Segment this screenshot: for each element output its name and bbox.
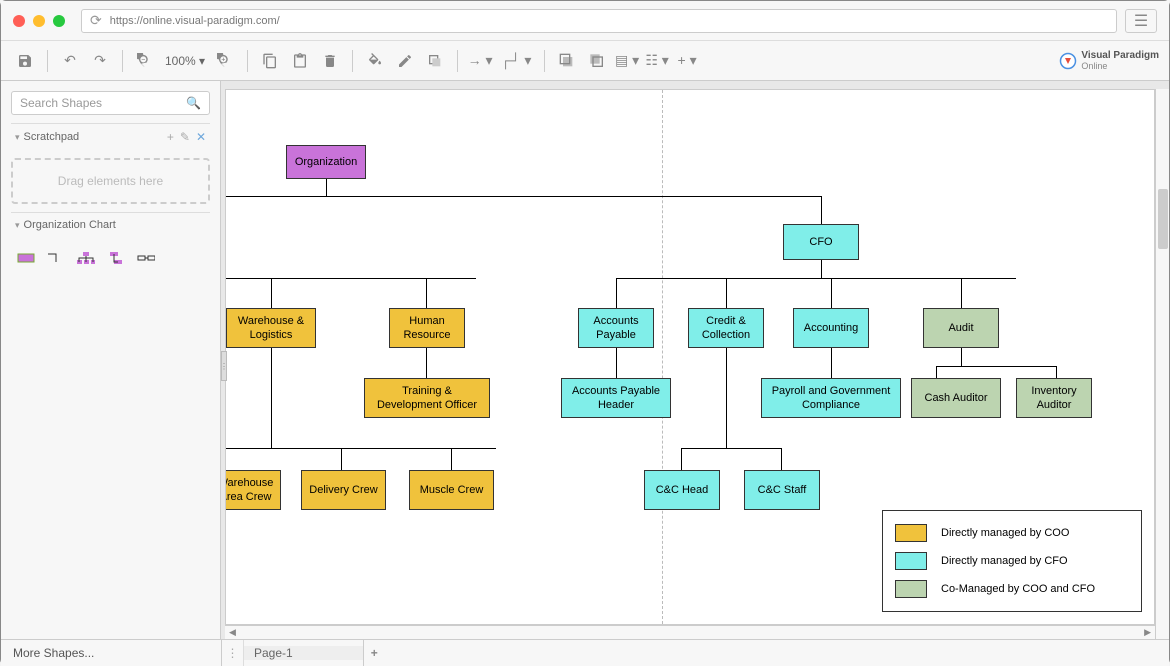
window-close[interactable] [13,15,25,27]
align-button[interactable]: ▤ ▾ [613,47,641,75]
page-tabs: More Shapes... ⋮ Page-1 + [1,639,1169,666]
more-shapes-link[interactable]: More Shapes... [1,640,221,666]
redo-button[interactable]: ↷ [86,47,114,75]
search-icon: 🔍 [186,96,201,110]
window-maximize[interactable] [53,15,65,27]
node-cch[interactable]: C&C Head [644,470,720,510]
node-ap[interactable]: Accounts Payable [578,308,654,348]
legend[interactable]: Directly managed by COO Directly managed… [882,510,1142,612]
search-placeholder: Search Shapes [20,96,102,110]
legend-label: Directly managed by CFO [941,555,1068,567]
node-cash[interactable]: Cash Auditor [911,378,1001,418]
brand: Visual ParadigmOnline [1059,50,1159,71]
legend-label: Co-Managed by COO and CFO [941,583,1095,595]
shape-elbow-icon[interactable] [47,251,65,265]
to-front-button[interactable] [553,47,581,75]
line-color-button[interactable] [391,47,419,75]
node-audit[interactable]: Audit [923,308,999,348]
palette-title: Organization Chart [24,219,116,231]
legend-swatch-both [895,580,927,598]
brand-sub: Online [1081,61,1159,71]
brand-name: Visual Paradigm [1081,50,1159,61]
sidebar-collapse-handle[interactable]: ⋮ [221,351,227,381]
node-dc[interactable]: Delivery Crew [301,470,386,510]
copy-button[interactable] [256,47,284,75]
scratchpad-edit-icon[interactable]: ✎ [180,130,190,144]
app-toolbar: ↶ ↷ 100% ▾ → ▾ ┌┘ ▾ ▤ ▾ ☷ ▾ + ▾ Visual P… [1,41,1169,81]
node-mc[interactable]: Muscle Crew [409,470,494,510]
node-ccs[interactable]: C&C Staff [744,470,820,510]
node-inv[interactable]: Inventory Auditor [1016,378,1092,418]
node-organization[interactable]: Organization [286,145,366,179]
scratchpad-header[interactable]: ▾ Scratchpad + ✎ ✕ [11,123,210,150]
url-text: https://online.visual-paradigm.com/ [110,15,280,27]
browser-bar: ⟳ https://online.visual-paradigm.com/ ☰ [1,1,1169,41]
node-cc[interactable]: Credit & Collection [688,308,764,348]
page-tab-1[interactable]: ⋮ Page-1 [221,640,363,666]
shape-tree3-icon[interactable] [77,251,95,265]
fill-color-button[interactable] [361,47,389,75]
legend-row-both: Co-Managed by COO and CFO [891,575,1133,603]
sidebar: Search Shapes 🔍 ▾ Scratchpad + ✎ ✕ Drag … [1,81,221,639]
palette-header[interactable]: ▾ Organization Chart [11,212,210,237]
reload-icon[interactable]: ⟳ [90,12,102,29]
undo-button[interactable]: ↶ [56,47,84,75]
legend-swatch-cfo [895,552,927,570]
shape-side-icon[interactable] [137,251,155,265]
shape-palette [11,245,210,271]
zoom-out-button[interactable] [131,47,159,75]
vertical-scrollbar[interactable] [1155,89,1169,639]
brand-icon [1059,52,1077,70]
shape-tree2-icon[interactable] [107,251,125,265]
zoom-value: 100% [165,54,196,68]
browser-menu[interactable]: ☰ [1125,9,1157,33]
node-warehouse[interactable]: Warehouse & Logistics [226,308,316,348]
paste-button[interactable] [286,47,314,75]
tab-menu-icon[interactable]: ⋮ [222,640,244,666]
collapse-icon: ▾ [15,132,20,143]
horizontal-scrollbar[interactable]: ◀▶ [225,625,1155,639]
waypoint-button[interactable]: ┌┘ ▾ [496,47,536,75]
add-page-button[interactable]: + [363,640,385,666]
scratchpad-title: Scratchpad [24,131,80,143]
connection-button[interactable]: → ▾ [466,47,494,75]
shadow-button[interactable] [421,47,449,75]
legend-label: Directly managed by COO [941,527,1069,539]
node-aph[interactable]: Accounts Payable Header [561,378,671,418]
scratchpad-close-icon[interactable]: ✕ [196,130,206,144]
delete-button[interactable] [316,47,344,75]
legend-row-coo: Directly managed by COO [891,519,1133,547]
legend-swatch-coo [895,524,927,542]
node-hr[interactable]: Human Resource [389,308,465,348]
scratchpad-dropzone[interactable]: Drag elements here [11,158,210,204]
scratchpad-add-icon[interactable]: + [167,130,174,144]
url-bar[interactable]: ⟳ https://online.visual-paradigm.com/ [81,9,1117,33]
zoom-level[interactable]: 100% ▾ [161,54,209,68]
shape-box-icon[interactable] [17,251,35,265]
node-acct[interactable]: Accounting [793,308,869,348]
node-whcrew[interactable]: Warehouse Area Crew [225,470,281,510]
legend-row-cfo: Directly managed by CFO [891,547,1133,575]
window-controls [13,15,65,27]
window-minimize[interactable] [33,15,45,27]
canvas-wrapper: Organization CFO Warehouse & Logistics H… [221,81,1169,639]
save-button[interactable] [11,47,39,75]
distribute-button[interactable]: ☷ ▾ [643,47,671,75]
node-cfo[interactable]: CFO [783,224,859,260]
collapse-icon: ▾ [15,220,20,231]
diagram-canvas[interactable]: Organization CFO Warehouse & Logistics H… [225,89,1155,625]
guide-line [662,90,663,624]
zoom-in-button[interactable] [211,47,239,75]
to-back-button[interactable] [583,47,611,75]
add-button[interactable]: + ▾ [673,47,701,75]
node-pgc[interactable]: Payroll and Government Compliance [761,378,901,418]
scroll-thumb[interactable] [1158,189,1168,249]
tab-label: Page-1 [244,646,363,660]
node-training[interactable]: Training & Development Officer [364,378,490,418]
search-shapes-input[interactable]: Search Shapes 🔍 [11,91,210,115]
